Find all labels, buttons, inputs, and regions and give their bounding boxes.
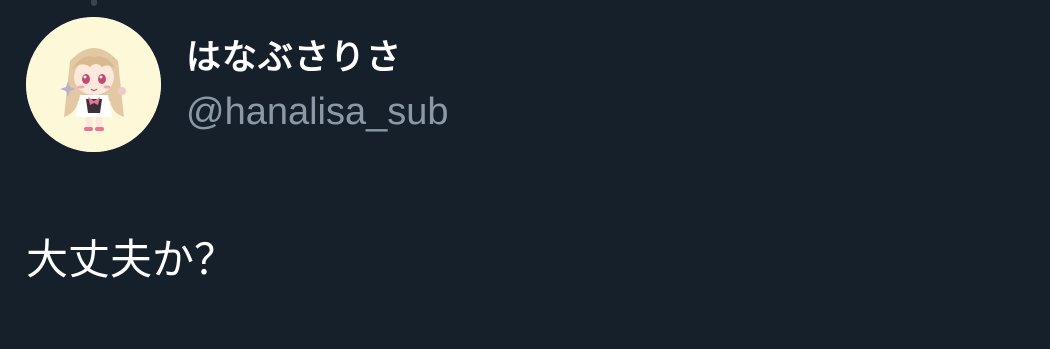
thread-connector-line xyxy=(91,0,97,6)
profile-avatar[interactable] xyxy=(26,17,161,152)
user-handle[interactable]: @hanalisa_sub xyxy=(186,88,449,136)
avatar-character-icon xyxy=(26,17,161,152)
tweet-text: 大丈夫か？ xyxy=(26,235,237,284)
display-name[interactable]: はなぶさりさ xyxy=(186,34,402,82)
